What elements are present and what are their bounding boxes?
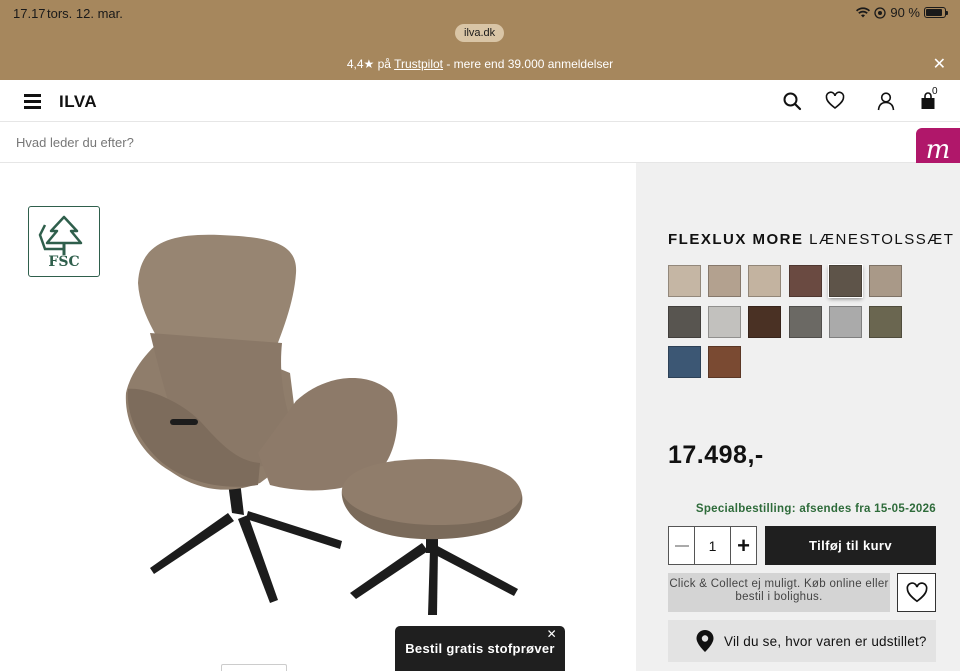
trustpilot-link[interactable]: Trustpilot bbox=[394, 57, 443, 71]
product-brand: FLEXLUX MORE bbox=[668, 231, 804, 248]
thumbnail-indicator[interactable] bbox=[221, 664, 287, 671]
heart-icon[interactable] bbox=[825, 91, 845, 111]
trustpilot-banner: 4,4★ på Trustpilot - mere end 39.000 anm… bbox=[0, 57, 960, 71]
battery-percent: 90 % bbox=[890, 5, 920, 20]
color-swatch[interactable] bbox=[788, 305, 822, 338]
color-swatch[interactable] bbox=[828, 265, 862, 297]
product-name: LÆNESTOLSSÆT bbox=[803, 231, 955, 248]
promo-bar: 4,4★ på Trustpilot - mere end 39.000 anm… bbox=[0, 48, 960, 80]
quantity-stepper: + bbox=[668, 526, 757, 565]
close-icon[interactable]: ✕ bbox=[547, 627, 557, 641]
battery-icon bbox=[924, 7, 948, 18]
quantity-input[interactable] bbox=[695, 527, 730, 564]
click-collect-notice: Click & Collect ej muligt. Køb online el… bbox=[668, 573, 890, 612]
quantity-decrease-button[interactable] bbox=[669, 527, 695, 564]
site-header: ILVA bbox=[0, 80, 960, 122]
fsc-label: FSC bbox=[48, 254, 80, 270]
reviews-text: - mere end 39.000 anmeldelser bbox=[443, 57, 614, 71]
color-swatch[interactable] bbox=[708, 265, 742, 297]
color-swatch[interactable] bbox=[788, 265, 822, 297]
product-title: FLEXLUX MORE LÆNESTOLSSÆT bbox=[668, 231, 954, 248]
color-swatch[interactable] bbox=[748, 305, 782, 338]
color-swatch[interactable] bbox=[708, 305, 742, 338]
search-icon[interactable] bbox=[782, 91, 802, 111]
hamburger-menu-icon[interactable] bbox=[24, 94, 41, 109]
close-icon[interactable]: ✕ bbox=[933, 54, 946, 74]
cart-count-badge: 0 bbox=[932, 86, 938, 97]
plus-icon: + bbox=[737, 532, 750, 558]
fsc-logo: FSC bbox=[28, 206, 100, 277]
minus-icon bbox=[674, 544, 689, 547]
heart-icon bbox=[906, 581, 927, 602]
order-fabric-samples-label: Bestil gratis stofprøver bbox=[405, 641, 555, 656]
color-swatch[interactable] bbox=[869, 305, 902, 338]
showroom-label: Vil du se, hvor varen er udstillet? bbox=[724, 633, 927, 649]
add-to-cart-button[interactable]: Tilføj til kurv bbox=[765, 526, 936, 565]
add-to-wishlist-button[interactable] bbox=[897, 573, 936, 612]
quantity-increase-button[interactable]: + bbox=[730, 527, 756, 564]
status-date: tors. 12. mar. bbox=[47, 6, 123, 21]
location-pin-icon bbox=[696, 630, 714, 652]
location-lock-icon bbox=[874, 6, 887, 19]
status-indicators: 90 % bbox=[856, 5, 948, 20]
color-swatch[interactable] bbox=[869, 265, 902, 297]
url-pill[interactable]: ilva.dk bbox=[455, 24, 505, 42]
color-swatch[interactable] bbox=[668, 346, 701, 378]
product-gallery: FSC Bestil gratis stofprøver ✕ bbox=[0, 163, 636, 671]
color-swatch[interactable] bbox=[748, 265, 782, 297]
user-icon[interactable] bbox=[876, 91, 896, 111]
search-input[interactable] bbox=[0, 123, 900, 162]
color-swatch[interactable] bbox=[828, 305, 862, 338]
showroom-locator-button[interactable]: Vil du se, hvor varen er udstillet? bbox=[668, 620, 936, 662]
color-swatch[interactable] bbox=[668, 305, 701, 338]
color-swatch[interactable] bbox=[668, 265, 701, 297]
product-image-chair[interactable] bbox=[110, 223, 530, 643]
ilva-logo[interactable]: ILVA bbox=[59, 92, 97, 112]
status-bar: 17.17 tors. 12. mar. 90 % ilva.dk bbox=[0, 0, 960, 48]
color-swatch[interactable] bbox=[708, 346, 742, 378]
order-fabric-samples-button[interactable]: Bestil gratis stofprøver ✕ bbox=[395, 626, 565, 671]
delivery-status: Specialbestilling: afsendes fra 15-05-20… bbox=[695, 503, 936, 515]
rating-text: 4,4★ på bbox=[346, 57, 395, 71]
wifi-icon bbox=[856, 7, 871, 18]
product-price: 17.498,- bbox=[668, 441, 764, 469]
status-time: 17.17 bbox=[13, 6, 46, 21]
fsc-tree-icon bbox=[38, 215, 83, 255]
search-bar bbox=[0, 123, 960, 163]
product-info-panel: FLEXLUX MORE LÆNESTOLSSÆT 17.498,- Speci… bbox=[636, 163, 960, 671]
